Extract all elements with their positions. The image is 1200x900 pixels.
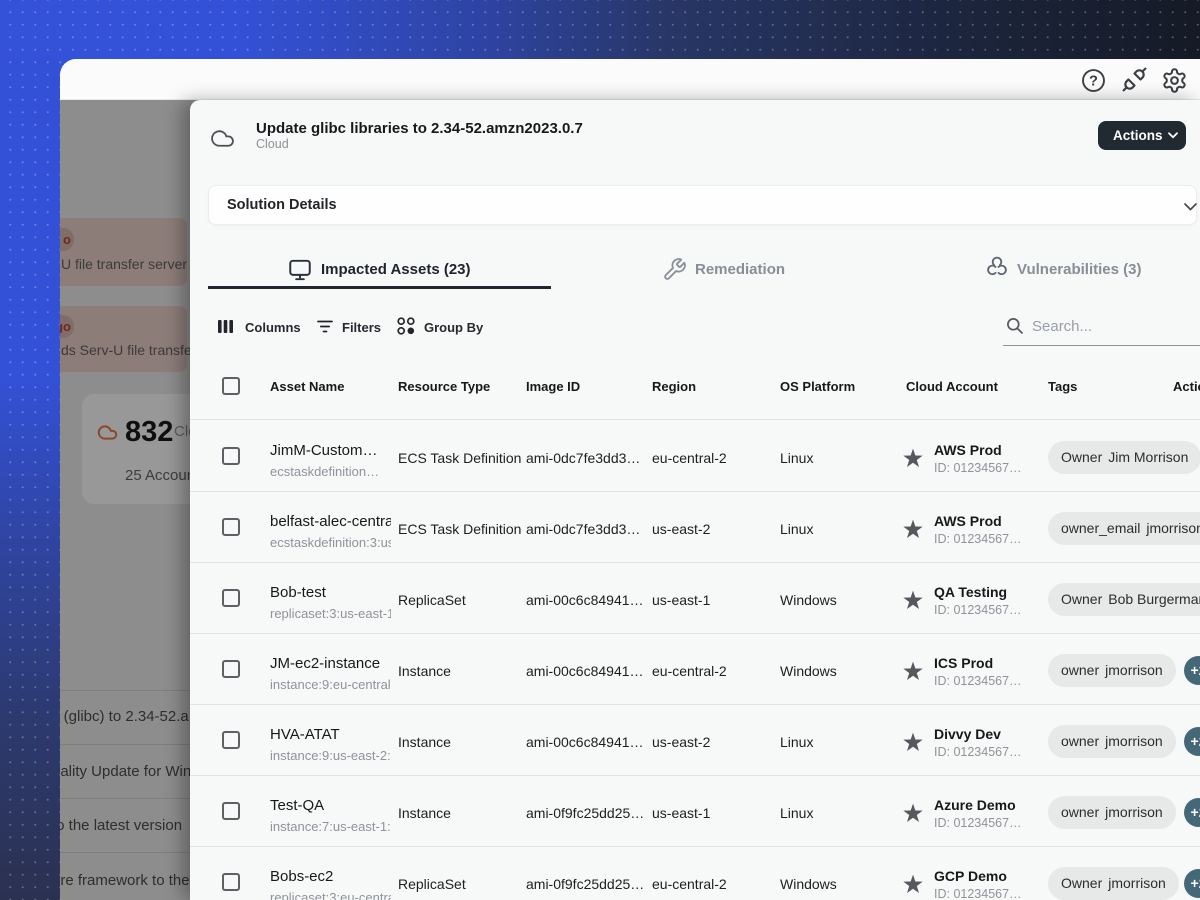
svg-text:?: ? — [1089, 73, 1098, 89]
